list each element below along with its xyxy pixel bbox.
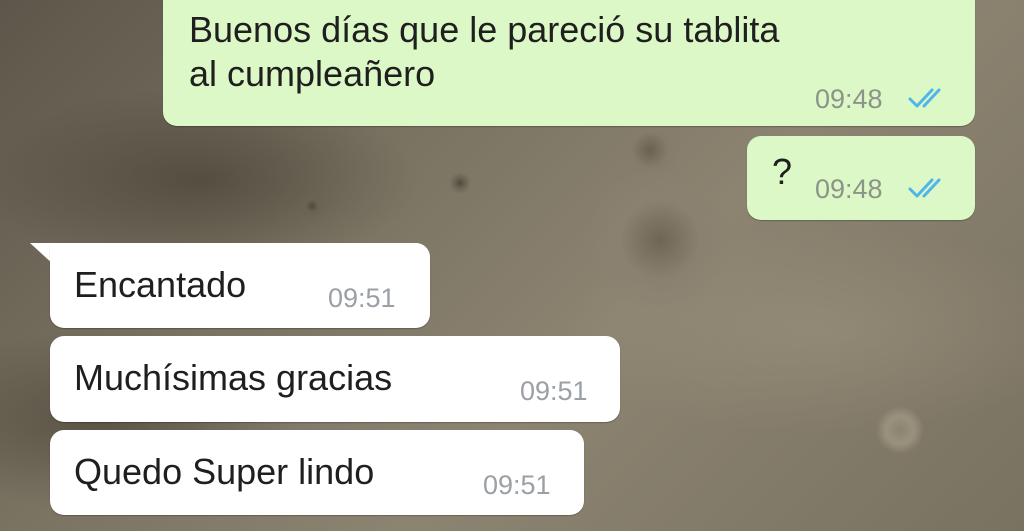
message-timestamp: 09:48 [815,84,883,114]
message-text: ? [772,151,793,192]
message-timestamp: 09:51 [483,470,551,500]
message-timestamp: 09:51 [520,376,588,406]
message-timestamp: 09:51 [328,283,396,313]
message-text: al cumpleañero [189,53,436,94]
incoming-message-bubble[interactable]: Muchísimas gracias 09:51 [50,336,620,422]
message-text: Quedo Super lindo [74,451,375,492]
outgoing-message-bubble[interactable]: ? 09:48 [747,136,975,220]
incoming-message-bubble[interactable]: Quedo Super lindo 09:51 [50,430,584,515]
message-text: Encantado [74,264,247,305]
double-check-read-icon [908,88,941,108]
message-timestamp: 09:48 [815,174,883,204]
message-text: Buenos días que le pareció su tablita [189,9,780,50]
incoming-message-bubble[interactable]: Encantado 09:51 [50,243,430,328]
message-text: Muchísimas gracias [74,357,393,398]
double-check-read-icon [908,178,941,198]
outgoing-message-bubble[interactable]: Buenos días que le pareció su tablita al… [163,0,975,126]
